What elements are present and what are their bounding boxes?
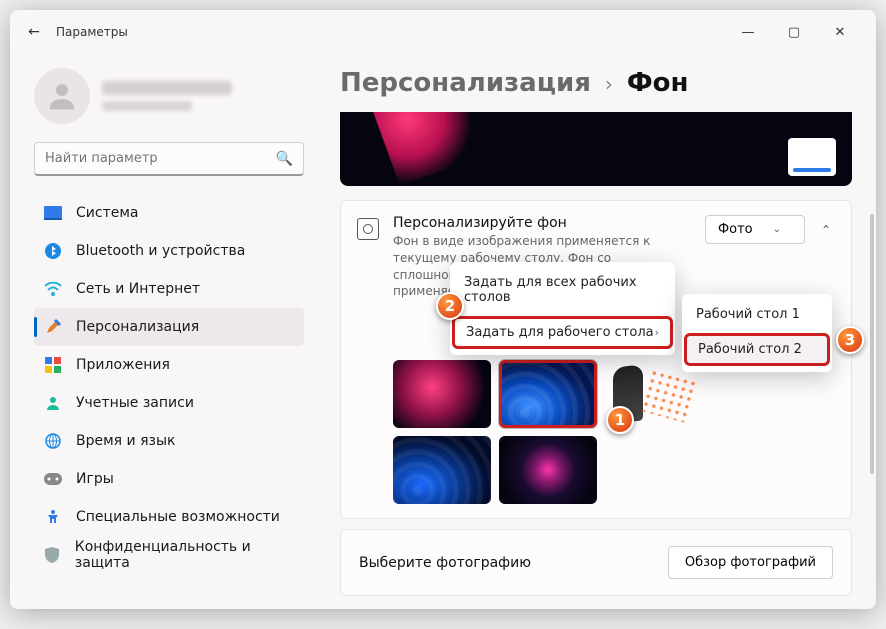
profile-email-blur xyxy=(102,101,192,111)
nav-accounts[interactable]: Учетные записи xyxy=(34,384,304,422)
wallpaper-thumb-4[interactable] xyxy=(393,436,491,504)
nav-label: Система xyxy=(76,205,138,221)
ctx-set-desktop[interactable]: Задать для рабочего стола › xyxy=(452,316,673,349)
nav-bluetooth[interactable]: Bluetooth и устройства xyxy=(34,232,304,270)
brush-icon xyxy=(44,318,62,336)
game-icon xyxy=(44,470,62,488)
nav-apps[interactable]: Приложения xyxy=(34,346,304,384)
person-icon xyxy=(44,394,62,412)
nav-label: Bluetooth и устройства xyxy=(76,243,245,259)
titlebar: ← Параметры — ▢ ✕ xyxy=(10,10,876,54)
window-controls: — ▢ ✕ xyxy=(734,18,866,46)
preview-taskbar xyxy=(788,138,836,176)
expand-toggle[interactable]: ⌃ xyxy=(817,219,835,241)
nav-label: Конфиденциальность и защита xyxy=(75,539,294,571)
ctx-set-all-desktops[interactable]: Задать для всех рабочих столов xyxy=(450,266,675,314)
breadcrumb-separator: › xyxy=(605,72,613,96)
breadcrumb-current: Фон xyxy=(627,68,689,98)
dropdown-value: Фото xyxy=(718,222,753,237)
nav-personalization[interactable]: Персонализация xyxy=(34,308,304,346)
submenu-desktop-2[interactable]: Рабочий стол 2 xyxy=(684,333,830,366)
avatar xyxy=(34,68,90,124)
ctx-label: Задать для всех рабочих столов xyxy=(464,275,661,305)
shield-icon xyxy=(44,546,61,564)
wifi-icon xyxy=(44,280,62,298)
minimize-button[interactable]: — xyxy=(734,18,762,46)
nav-list: Система Bluetooth и устройства Сеть и Ин… xyxy=(34,194,304,574)
profile-info xyxy=(102,81,304,111)
wallpaper-thumb-1[interactable] xyxy=(393,360,491,428)
nav-label: Учетные записи xyxy=(76,395,194,411)
nav-network[interactable]: Сеть и Интернет xyxy=(34,270,304,308)
profile-block[interactable] xyxy=(34,54,304,142)
ctx-label: Задать для рабочего стола xyxy=(466,325,654,340)
accessibility-icon xyxy=(44,508,62,526)
context-menu: Задать для всех рабочих столов Задать дл… xyxy=(450,262,675,355)
sidebar: 🔍 Система Bluetooth и устройства Сеть и … xyxy=(10,54,320,609)
chevron-down-icon: ⌄ xyxy=(773,224,781,235)
nav-label: Приложения xyxy=(76,357,170,373)
profile-name-blur xyxy=(102,81,232,95)
annotation-2: 2 xyxy=(436,292,464,320)
window-title: Параметры xyxy=(56,25,128,39)
search-icon: 🔍 xyxy=(276,151,293,167)
card-title: Персонализируйте фон xyxy=(393,215,691,231)
scrollbar[interactable] xyxy=(870,214,874,474)
browse-photos-button[interactable]: Обзор фотографий xyxy=(668,546,833,579)
wallpaper-thumb-2-selected[interactable] xyxy=(499,360,597,428)
choose-photo-card: Выберите фотографию Обзор фотографий xyxy=(340,529,852,596)
annotation-3: 3 xyxy=(836,326,864,354)
background-type-dropdown[interactable]: Фото ⌄ xyxy=(705,215,805,244)
desktop-preview xyxy=(340,112,852,186)
nav-label: Сеть и Интернет xyxy=(76,281,200,297)
preview-art xyxy=(366,112,494,186)
nav-label: Время и язык xyxy=(76,433,175,449)
chevron-right-icon: › xyxy=(655,326,659,339)
annotation-1: 1 xyxy=(606,406,634,434)
nav-label: Игры xyxy=(76,471,114,487)
apps-icon xyxy=(44,356,62,374)
search-box[interactable]: 🔍 xyxy=(34,142,304,176)
context-submenu: Рабочий стол 1 Рабочий стол 2 xyxy=(682,294,832,372)
globe-icon xyxy=(44,432,62,450)
nav-label: Персонализация xyxy=(76,319,199,335)
nav-system[interactable]: Система xyxy=(34,194,304,232)
breadcrumb: Персонализация › Фон xyxy=(340,68,852,98)
card-controls: Фото ⌄ ⌃ xyxy=(705,215,835,244)
search-input[interactable] xyxy=(45,151,276,166)
bluetooth-icon xyxy=(44,242,62,260)
close-button[interactable]: ✕ xyxy=(826,18,854,46)
nav-time[interactable]: Время и язык xyxy=(34,422,304,460)
picture-icon xyxy=(357,218,379,240)
nav-label: Специальные возможности xyxy=(76,509,280,525)
nav-accessibility[interactable]: Специальные возможности xyxy=(34,498,304,536)
maximize-button[interactable]: ▢ xyxy=(780,18,808,46)
submenu-desktop-1[interactable]: Рабочий стол 1 xyxy=(682,298,832,331)
system-icon xyxy=(44,204,62,222)
breadcrumb-parent[interactable]: Персонализация xyxy=(340,68,591,98)
nav-gaming[interactable]: Игры xyxy=(34,460,304,498)
back-button[interactable]: ← xyxy=(20,18,48,46)
choose-photo-title: Выберите фотографию xyxy=(359,555,531,571)
wallpaper-thumb-5[interactable] xyxy=(499,436,597,504)
settings-window: ← Параметры — ▢ ✕ 🔍 xyxy=(10,10,876,609)
nav-privacy[interactable]: Конфиденциальность и защита xyxy=(34,536,304,574)
